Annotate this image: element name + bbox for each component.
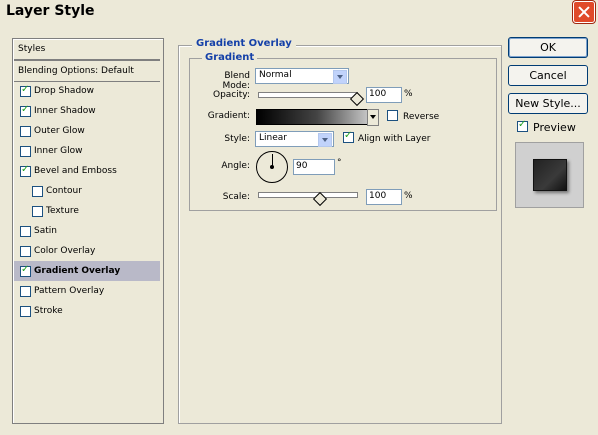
gradient-subgroup-title: Gradient bbox=[202, 52, 258, 63]
cancel-button-label: Cancel bbox=[529, 69, 567, 82]
scale-input[interactable]: 100 bbox=[366, 189, 402, 205]
preview-thumbnail bbox=[515, 142, 584, 208]
ok-button-label: OK bbox=[540, 41, 556, 54]
window-title: Layer Style bbox=[6, 3, 95, 19]
style-item-label: Satin bbox=[34, 226, 57, 236]
style-select[interactable]: Linear bbox=[255, 131, 334, 147]
preview-label: Preview bbox=[533, 121, 576, 134]
style-item-label: Outer Glow bbox=[34, 126, 85, 136]
style-item-drop-shadow[interactable]: Drop Shadow bbox=[14, 81, 160, 101]
reverse-label: Reverse bbox=[403, 112, 440, 122]
style-item-outer-glow[interactable]: Outer Glow bbox=[14, 121, 160, 141]
style-item-label: Contour bbox=[46, 186, 82, 196]
color-overlay-checkbox[interactable] bbox=[20, 246, 31, 257]
blending-options-label: Blending Options: Default bbox=[18, 66, 134, 76]
angle-dial[interactable] bbox=[256, 151, 288, 183]
title-bar: Layer Style bbox=[0, 0, 598, 24]
angle-value: 90 bbox=[296, 161, 308, 171]
preview-square bbox=[533, 159, 567, 191]
gradient-dropdown-arrow-icon[interactable] bbox=[367, 109, 379, 126]
angle-unit: ° bbox=[337, 158, 342, 168]
new-style-button-label: New Style... bbox=[515, 97, 581, 110]
style-item-bevel-emboss[interactable]: Bevel and Emboss bbox=[14, 161, 160, 181]
style-item-label: Texture bbox=[46, 206, 79, 216]
pattern-overlay-checkbox[interactable] bbox=[20, 286, 31, 297]
gradient-overlay-title: Gradient Overlay bbox=[192, 38, 296, 49]
chevron-down-icon[interactable] bbox=[318, 133, 332, 147]
opacity-slider[interactable] bbox=[258, 92, 358, 98]
style-item-inner-shadow[interactable]: Inner Shadow bbox=[14, 101, 160, 121]
style-item-gradient-overlay[interactable]: Gradient Overlay bbox=[14, 261, 160, 281]
inner-glow-checkbox[interactable] bbox=[20, 146, 31, 157]
cancel-button[interactable]: Cancel bbox=[508, 65, 588, 86]
style-item-label: Color Overlay bbox=[34, 246, 96, 256]
styles-header-label: Styles bbox=[18, 44, 46, 54]
satin-checkbox[interactable] bbox=[20, 226, 31, 237]
opacity-label: Opacity: bbox=[213, 90, 250, 100]
scale-unit: % bbox=[404, 191, 413, 201]
blending-options-item[interactable]: Blending Options: Default bbox=[14, 60, 160, 82]
angle-label: Angle: bbox=[221, 161, 250, 171]
opacity-input[interactable]: 100 bbox=[366, 87, 402, 103]
gradient-overlay-checkbox[interactable] bbox=[20, 264, 31, 277]
style-item-texture[interactable]: Texture bbox=[14, 201, 160, 221]
preview-checkbox[interactable] bbox=[517, 119, 528, 132]
styles-panel: Styles Blending Options: Default Drop Sh… bbox=[12, 38, 164, 424]
opacity-unit: % bbox=[404, 89, 413, 99]
angle-center-dot bbox=[270, 165, 274, 169]
style-item-stroke[interactable]: Stroke bbox=[14, 301, 160, 321]
style-item-label: Stroke bbox=[34, 306, 63, 316]
gradient-picker[interactable] bbox=[256, 109, 378, 125]
gradient-label: Gradient: bbox=[207, 111, 250, 121]
styles-header[interactable]: Styles bbox=[14, 40, 160, 60]
style-item-label: Bevel and Emboss bbox=[34, 166, 117, 176]
outer-glow-checkbox[interactable] bbox=[20, 126, 31, 137]
inner-shadow-checkbox[interactable] bbox=[20, 104, 31, 117]
ok-button[interactable]: OK bbox=[508, 37, 588, 58]
align-with-layer-label: Align with Layer bbox=[358, 134, 431, 144]
style-label: Style: bbox=[224, 134, 250, 144]
close-button[interactable] bbox=[573, 1, 595, 23]
style-item-inner-glow[interactable]: Inner Glow bbox=[14, 141, 160, 161]
style-item-label: Inner Glow bbox=[34, 146, 83, 156]
style-item-label: Pattern Overlay bbox=[34, 286, 105, 296]
style-item-contour[interactable]: Contour bbox=[14, 181, 160, 201]
style-item-label: Inner Shadow bbox=[34, 106, 96, 116]
scale-slider[interactable] bbox=[258, 192, 358, 198]
drop-shadow-checkbox[interactable] bbox=[20, 84, 31, 97]
scale-value: 100 bbox=[369, 191, 387, 201]
style-item-label: Drop Shadow bbox=[34, 86, 95, 96]
bevel-emboss-checkbox[interactable] bbox=[20, 164, 31, 177]
chevron-down-icon[interactable] bbox=[333, 70, 347, 84]
opacity-value: 100 bbox=[369, 89, 387, 99]
new-style-button[interactable]: New Style... bbox=[508, 93, 588, 114]
style-value: Linear bbox=[259, 133, 287, 143]
stroke-checkbox[interactable] bbox=[20, 306, 31, 317]
contour-checkbox[interactable] bbox=[32, 186, 43, 197]
align-with-layer-checkbox[interactable] bbox=[343, 130, 354, 143]
reverse-checkbox[interactable] bbox=[387, 110, 398, 121]
angle-input[interactable]: 90 bbox=[293, 159, 335, 175]
blend-mode-value: Normal bbox=[259, 70, 292, 80]
style-item-color-overlay[interactable]: Color Overlay bbox=[14, 241, 160, 261]
texture-checkbox[interactable] bbox=[32, 206, 43, 217]
blend-mode-label: Blend Mode: bbox=[222, 71, 250, 91]
style-item-pattern-overlay[interactable]: Pattern Overlay bbox=[14, 281, 160, 301]
blend-mode-select[interactable]: Normal bbox=[255, 68, 349, 84]
scale-label: Scale: bbox=[222, 192, 250, 202]
style-item-satin[interactable]: Satin bbox=[14, 221, 160, 241]
style-item-label: Gradient Overlay bbox=[34, 266, 121, 276]
